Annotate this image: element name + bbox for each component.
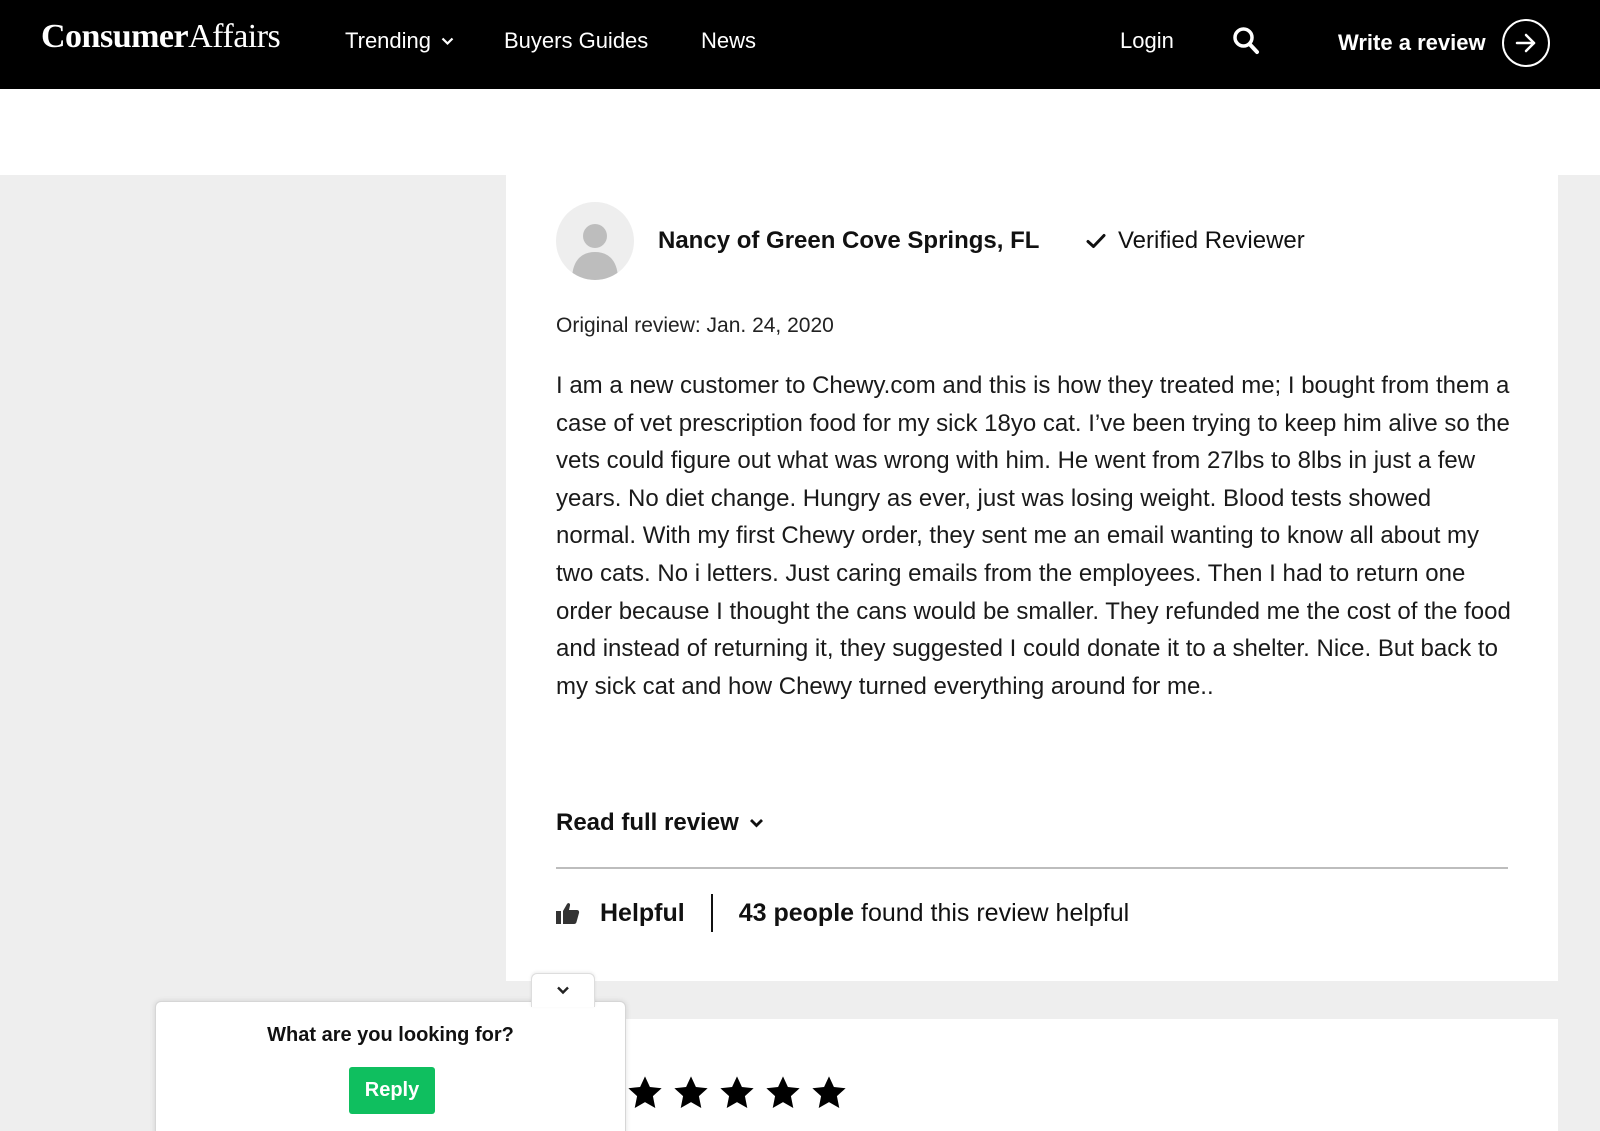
chevron-down-icon: [749, 819, 763, 828]
chevron-down-icon: [557, 986, 569, 995]
helpful-count: 43 people: [738, 898, 855, 927]
write-review-button[interactable]: Write a review: [1338, 18, 1550, 68]
avatar-icon: [556, 202, 634, 280]
login-link[interactable]: Login: [1120, 28, 1174, 54]
read-full-review-button[interactable]: Read full review: [556, 809, 764, 837]
nav-trending[interactable]: Trending: [345, 28, 454, 54]
nav-news-label: News: [701, 28, 757, 53]
helpful-count-text: 43 people found this review helpful: [739, 899, 1130, 928]
divider: [556, 867, 1508, 869]
checkmark-icon: [1086, 234, 1106, 248]
star-rating: [626, 1074, 848, 1112]
read-full-review-label: Read full review: [556, 809, 739, 836]
star-icon: [628, 1076, 662, 1109]
verified-reviewer-label: Verified Reviewer: [1118, 227, 1305, 254]
nav-trending-label: Trending: [345, 28, 432, 53]
star-icon: [766, 1076, 800, 1109]
chat-popup: What are you looking for? Reply: [155, 1001, 626, 1131]
logo-text-bold: Consumer: [41, 18, 189, 55]
next-review-card: [506, 1019, 1558, 1131]
nav-news[interactable]: News: [701, 28, 756, 54]
nav-buyers-guides[interactable]: Buyers Guides: [504, 28, 648, 54]
helpful-button[interactable]: Helpful: [600, 899, 685, 928]
popup-question: What are you looking for?: [267, 1024, 514, 1046]
chevron-down-icon: [441, 37, 454, 45]
review-body: I am a new customer to Chewy.com and thi…: [556, 372, 1511, 700]
helpful-count-suffix: found this review helpful: [854, 898, 1130, 927]
verified-reviewer-badge: Verified Reviewer: [1086, 227, 1305, 255]
arrow-right-icon: [1501, 19, 1550, 67]
star-icon: [720, 1076, 754, 1109]
search-button[interactable]: [1232, 26, 1260, 56]
top-navigation-bar: ConsumerAffairs Trending Buyers Guides N…: [0, 0, 1600, 89]
vertical-divider: [710, 894, 713, 932]
collapse-popup-button[interactable]: [531, 973, 595, 1007]
write-review-label: Write a review: [1338, 30, 1486, 55]
star-icon: [812, 1076, 846, 1109]
nav-buyers-guides-label: Buyers Guides: [504, 28, 649, 53]
logo-text-regular: Affairs: [188, 18, 281, 55]
login-label: Login: [1120, 28, 1174, 53]
helpful-row: Helpful 43 people found this review help…: [556, 893, 1129, 933]
review-card: Nancy of Green Cove Springs, FL Verified…: [506, 175, 1558, 981]
search-icon: [1233, 27, 1259, 54]
reply-button[interactable]: Reply: [349, 1067, 435, 1114]
site-logo[interactable]: ConsumerAffairs: [41, 18, 281, 56]
reviewer-name[interactable]: Nancy of Green Cove Springs, FL: [658, 227, 1039, 255]
star-icon: [674, 1076, 708, 1109]
review-date: Original review: Jan. 24, 2020: [556, 314, 834, 337]
thumbs-up-icon[interactable]: [556, 901, 580, 925]
